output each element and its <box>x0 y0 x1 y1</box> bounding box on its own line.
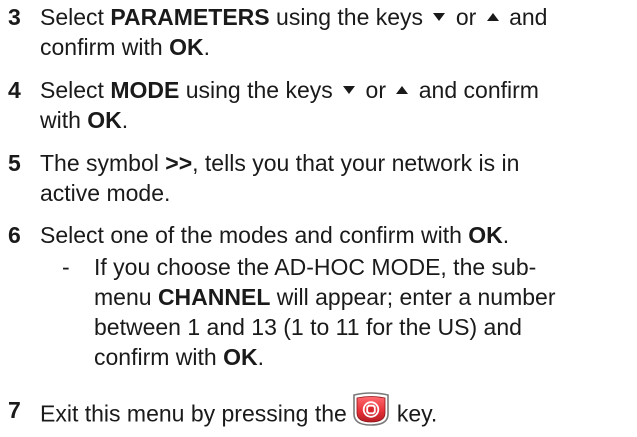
mode-label: MODE <box>110 77 180 103</box>
substep-text: If you choose the AD-HOC MODE, the sub- … <box>94 252 634 372</box>
text-fragment: . <box>502 222 510 248</box>
step-line: Exit this menu by pressing the key. <box>40 392 632 436</box>
step-number: 4 <box>8 77 21 103</box>
text-fragment: Exit this menu by pressing the <box>40 400 347 427</box>
text-fragment: . <box>203 34 210 60</box>
text-fragment: or <box>359 77 393 103</box>
step-line: active mode. <box>40 180 171 206</box>
text-fragment: will appear; enter a number <box>270 284 556 310</box>
parameters-label: PARAMETERS <box>110 4 270 30</box>
ok-label: OK <box>468 222 503 248</box>
text-fragment: Select <box>40 4 111 30</box>
text-fragment: and <box>502 4 548 30</box>
text-fragment: or <box>449 4 483 30</box>
substep-line: If you choose the AD-HOC MODE, the sub- <box>94 254 537 280</box>
text-fragment: . <box>257 344 264 370</box>
up-triangle-icon <box>396 85 409 94</box>
step-number: 7 <box>8 397 21 423</box>
text-fragment: using the keys <box>269 4 430 30</box>
step-line: confirm with OK. <box>40 32 632 62</box>
bullet-dash: - <box>62 254 70 280</box>
stop-key-icon <box>351 392 391 433</box>
step-line: The symbol >>, tells you that your netwo… <box>40 148 632 178</box>
text-fragment: Select <box>40 77 111 103</box>
text-fragment: with <box>40 107 88 133</box>
step-text: Select PARAMETERS using the keys or and … <box>40 2 632 62</box>
step-line: Select MODE using the keys or and confir… <box>40 75 632 105</box>
substep-line: between 1 and 13 (1 to 11 for the US) an… <box>94 314 522 340</box>
text-fragment: confirm with <box>40 34 170 60</box>
symbol-label: >> <box>165 150 193 176</box>
step-text: Select one of the modes and confirm with… <box>40 220 632 250</box>
ok-label: OK <box>87 107 122 133</box>
down-triangle-icon <box>433 12 446 21</box>
text-fragment: , tells you that your network is in <box>192 150 520 176</box>
step-text: The symbol >>, tells you that your netwo… <box>40 148 632 208</box>
step-number: 6 <box>8 222 21 248</box>
step-text: Select MODE using the keys or and confir… <box>40 75 632 135</box>
up-triangle-icon <box>486 12 499 21</box>
text-fragment: . <box>121 107 129 133</box>
channel-label: CHANNEL <box>157 284 271 310</box>
text-fragment: and confirm <box>412 77 539 103</box>
text-fragment: confirm with <box>94 344 224 370</box>
substep-line: menu CHANNEL will appear; enter a number <box>94 282 634 312</box>
step-number: 5 <box>8 150 21 176</box>
step-text: Exit this menu by pressing the key. <box>40 392 632 436</box>
ok-label: OK <box>223 344 258 370</box>
step-line: Select one of the modes and confirm with… <box>40 220 632 250</box>
text-fragment: menu <box>94 284 158 310</box>
text-fragment: The symbol <box>40 150 166 176</box>
text-fragment: key. <box>396 400 438 427</box>
step-number: 3 <box>8 4 21 30</box>
step-line: with OK. <box>40 105 632 135</box>
text-fragment: using the keys <box>179 77 340 103</box>
substep-line: confirm with OK. <box>94 342 634 372</box>
down-triangle-icon <box>343 85 356 94</box>
step-line: Select PARAMETERS using the keys or and <box>40 2 632 32</box>
text-fragment: Select one of the modes and confirm with <box>40 222 469 248</box>
ok-label: OK <box>169 34 204 60</box>
